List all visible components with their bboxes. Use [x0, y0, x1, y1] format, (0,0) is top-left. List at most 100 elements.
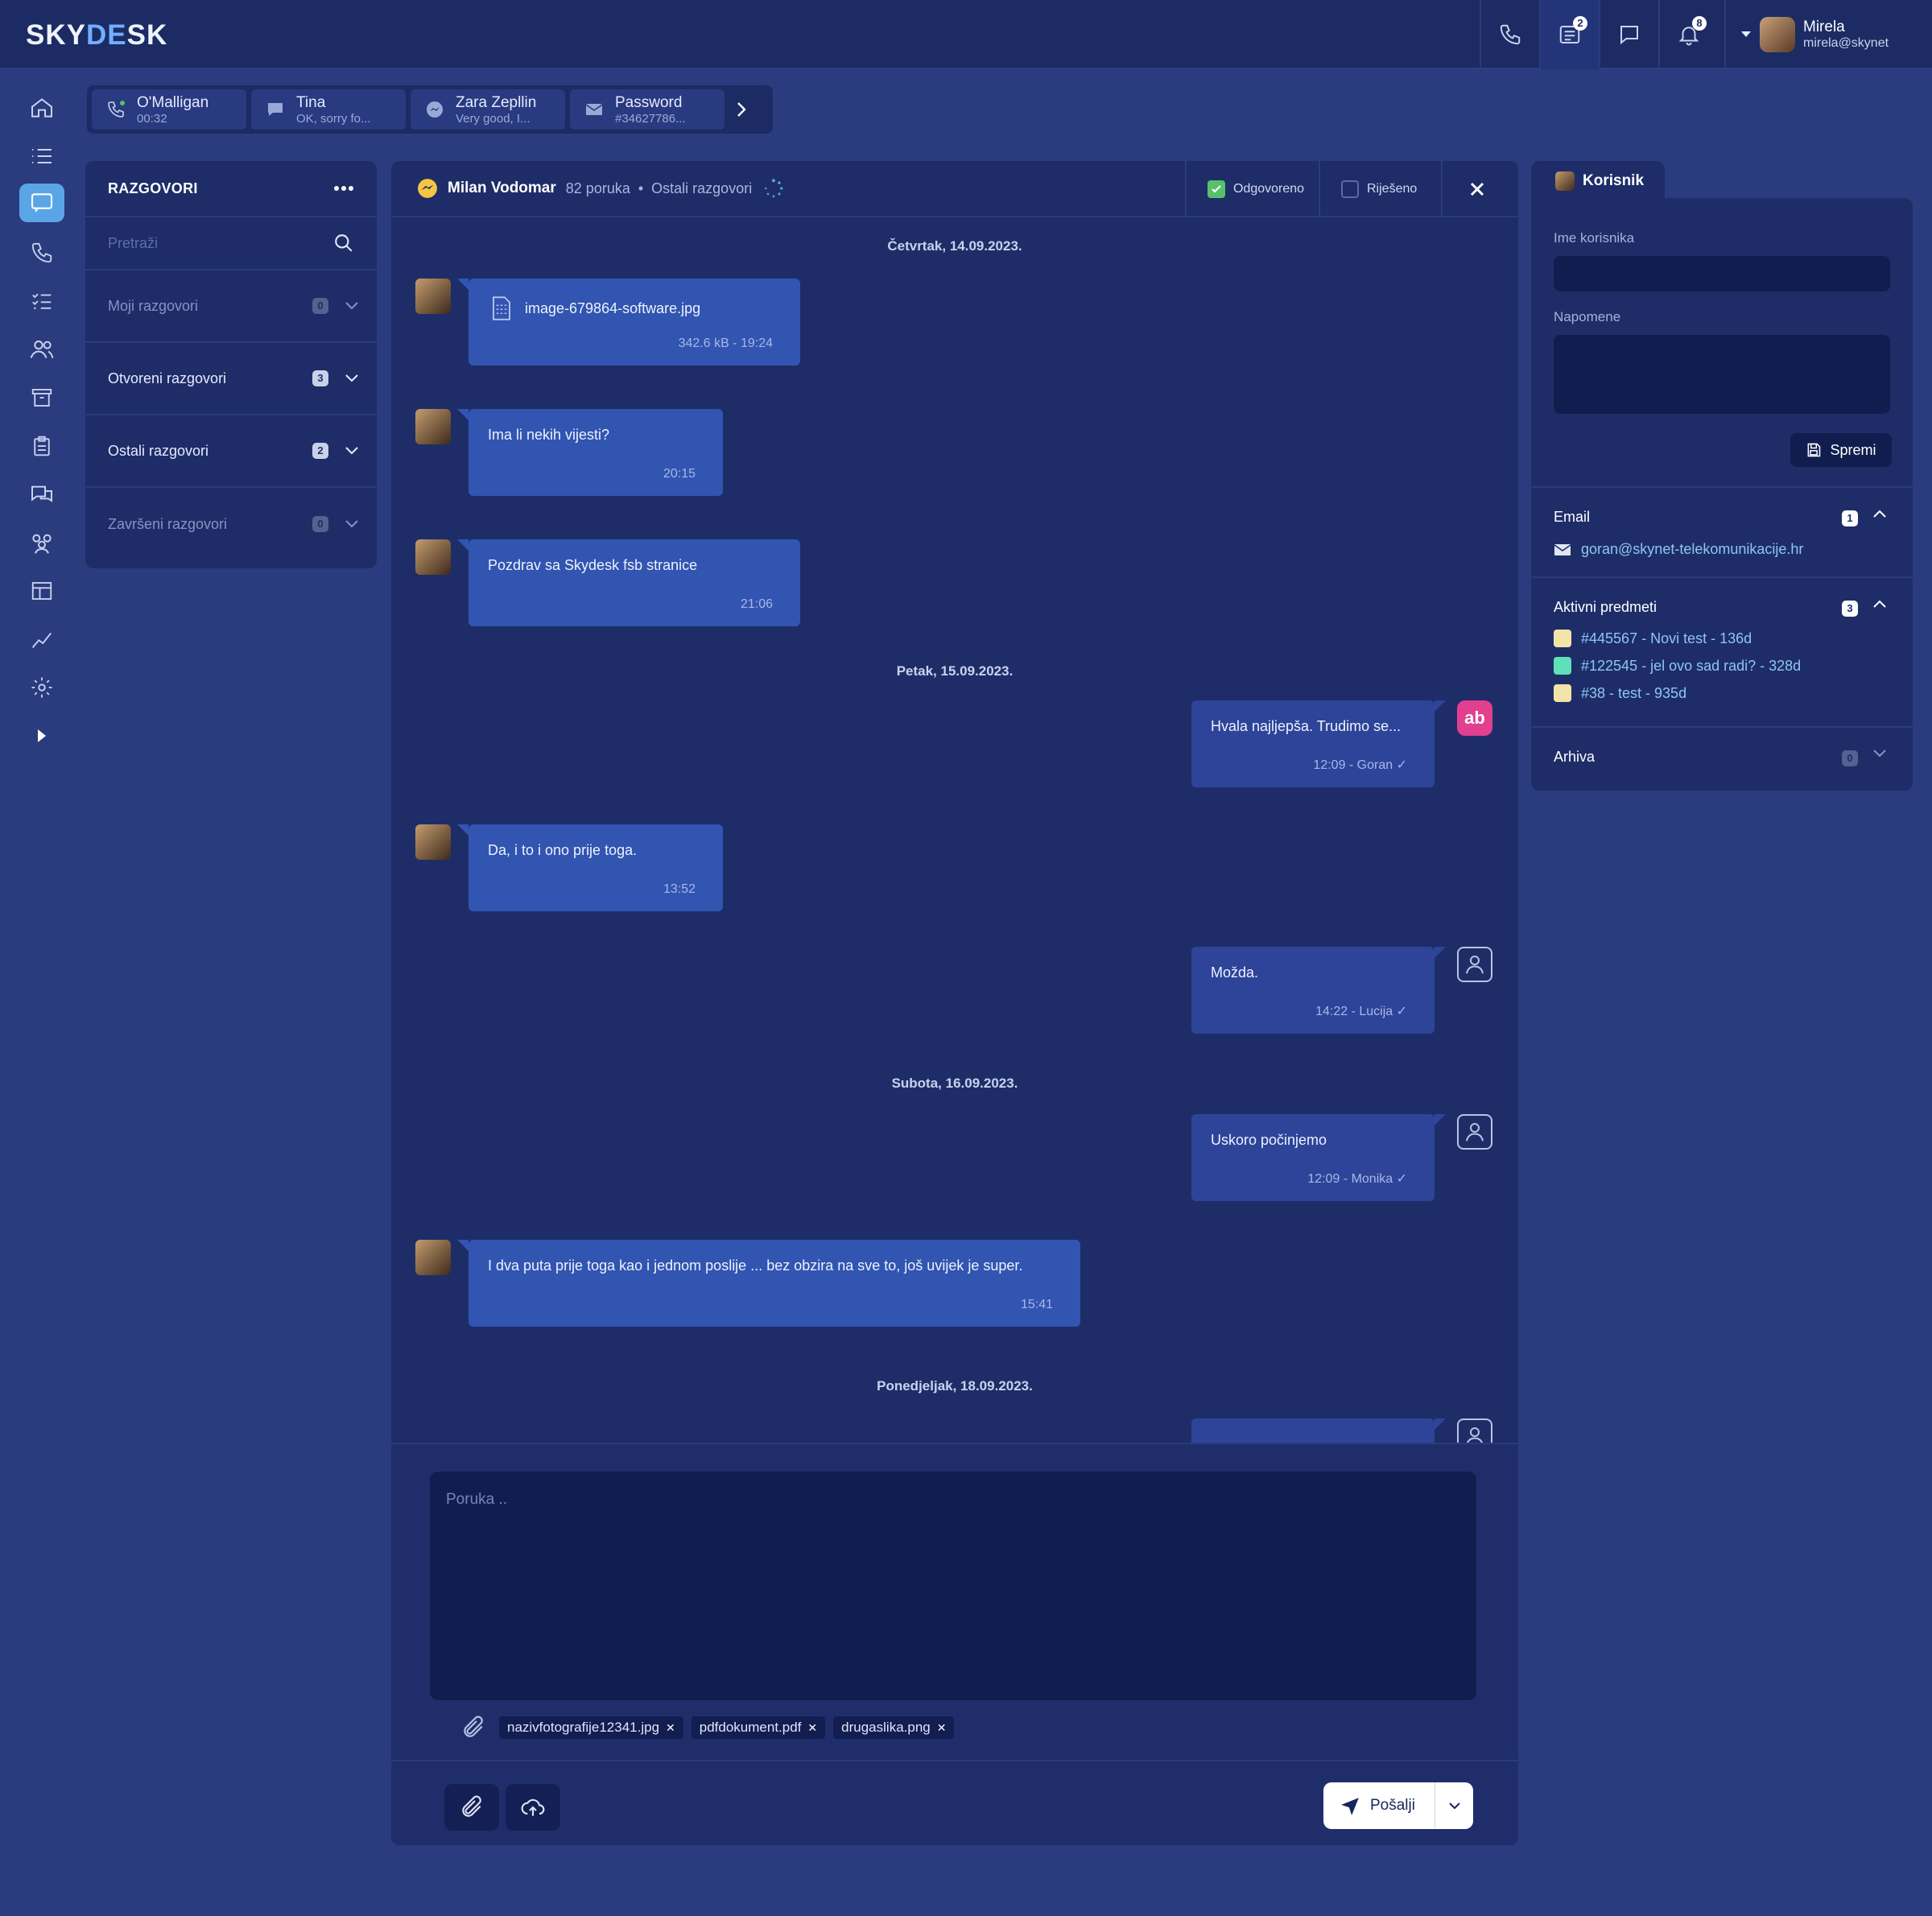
phone-icon[interactable] — [19, 233, 64, 272]
message-bubble[interactable]: Da, i to i ono prije toga. 13:52 — [457, 824, 723, 911]
chat-icon[interactable] — [19, 184, 64, 222]
save-button[interactable]: Spremi — [1790, 433, 1892, 467]
quick-tab-title: Password — [615, 93, 683, 111]
message-bubble-outgoing[interactable]: Hvala najljepša. Trudimo se... 12:09 - G… — [1191, 700, 1446, 787]
quick-tab-chat[interactable]: Tina OK, sorry fo... — [251, 89, 406, 130]
name-input[interactable] — [1554, 256, 1890, 291]
message-input[interactable]: Poruka .. — [430, 1472, 1476, 1700]
chevron-down-icon[interactable] — [345, 519, 359, 529]
chevron-up-icon[interactable] — [1872, 509, 1887, 518]
email-item[interactable]: goran@skynet-telekomunikacije.hr — [1554, 541, 1803, 558]
email-link[interactable]: goran@skynet-telekomunikacije.hr — [1581, 541, 1803, 558]
date-separator: Ponedjeljak, 18.09.2023. — [877, 1378, 1033, 1394]
attachment-chip[interactable]: drugaslika.png ✕ — [833, 1716, 955, 1739]
message-time: 342.6 kB - 19:24 — [678, 337, 773, 350]
group-finished-conversations[interactable]: Završeni razgovori 0 — [85, 488, 377, 560]
message-list[interactable]: Četvrtak, 14.09.2023. image-679864-softw… — [391, 219, 1518, 1443]
conversations-icon[interactable] — [19, 475, 64, 514]
expand-icon[interactable] — [19, 716, 64, 755]
home-icon[interactable] — [19, 89, 64, 127]
tab-user[interactable]: Korisnik — [1531, 161, 1665, 201]
message-bubble-outgoing[interactable]: Uskoro počinjemo 12:09 - Monika ✓ — [1191, 1114, 1446, 1201]
remove-attachment-icon[interactable]: ✕ — [807, 1721, 817, 1734]
quick-tabs-strip: O'Malligan 00:32 Tina OK, sorry fo... Zara… — [87, 85, 773, 134]
notifications-badge: 8 — [1692, 16, 1707, 31]
tasks-icon[interactable] — [19, 282, 64, 320]
user-avatar — [1555, 171, 1575, 191]
archive-icon[interactable] — [19, 378, 64, 417]
message-bubble-outgoing[interactable] — [1191, 1418, 1446, 1443]
message-bubble-file[interactable]: image-679864-software.jpg 342.6 kB - 19:… — [457, 279, 800, 365]
ticket-list-icon[interactable]: 2 — [1539, 0, 1599, 69]
conversations-panel: RAZGOVORI Pretraži Moji razgovori 0 Otvo… — [85, 161, 377, 568]
contact-name[interactable]: Milan Vodomar — [448, 180, 556, 197]
send-button[interactable]: Pošalji — [1323, 1782, 1473, 1829]
active-item-link[interactable]: #445567 - Novi test - 136d — [1581, 630, 1752, 647]
send-options-dropdown[interactable] — [1435, 1782, 1473, 1829]
chevron-right-icon[interactable] — [729, 89, 753, 130]
contacts-icon[interactable] — [19, 330, 64, 369]
attachment-chip[interactable]: nazivfotografije12341.jpg ✕ — [499, 1716, 683, 1739]
status-swatch — [1554, 630, 1571, 647]
chevron-down-icon[interactable] — [1872, 749, 1887, 758]
resolved-checkbox[interactable]: Riješeno — [1319, 161, 1441, 217]
close-button[interactable] — [1441, 161, 1518, 217]
message-bubble-outgoing[interactable]: Možda. 14:22 - Lucija ✓ — [1191, 947, 1446, 1034]
quick-tab-title: Zara Zepllin — [456, 93, 537, 111]
chevron-up-icon[interactable] — [1872, 599, 1887, 609]
group-open-conversations[interactable]: Otvoreni razgovori 3 — [85, 343, 377, 415]
active-item-link[interactable]: #122545 - jel ovo sad radi? - 328d — [1581, 658, 1801, 675]
message-bubble[interactable]: I dva puta prije toga kao i jednom posli… — [457, 1240, 1080, 1327]
quick-tab-title: Tina — [296, 93, 326, 111]
archive-section[interactable]: Arhiva 0 — [1531, 726, 1913, 791]
active-item-link[interactable]: #38 - test - 935d — [1581, 685, 1686, 702]
quick-tab-subtitle: 00:32 — [137, 111, 167, 126]
search-icon[interactable] — [333, 233, 354, 254]
chevron-down-icon[interactable] — [345, 301, 359, 311]
chat-header: Milan Vodomar 82 poruka • Ostali razgovo… — [391, 161, 1518, 217]
loading-spinner-icon — [765, 179, 783, 198]
team-icon[interactable] — [19, 523, 64, 562]
cloud-upload-icon — [521, 1798, 545, 1816]
notes-textarea[interactable] — [1554, 335, 1890, 414]
active-item[interactable]: #445567 - Novi test - 136d — [1554, 630, 1752, 647]
bell-icon[interactable]: 8 — [1658, 0, 1718, 69]
status-swatch — [1554, 684, 1571, 702]
app-logo[interactable]: SKYDESK — [26, 19, 167, 52]
remove-attachment-icon[interactable]: ✕ — [666, 1721, 675, 1734]
more-icon[interactable] — [333, 185, 354, 192]
quick-tab-call[interactable]: O'Malligan 00:32 — [92, 89, 246, 130]
chevron-down-icon[interactable] — [345, 446, 359, 456]
message-time: 15:41 — [1020, 1298, 1053, 1311]
search-field[interactable]: Pretraži — [85, 217, 377, 270]
save-label: Spremi — [1830, 441, 1876, 458]
message-text: Pozdrav sa Skydesk fsb stranice — [488, 557, 698, 573]
chevron-down-icon[interactable] — [345, 374, 359, 383]
file-name[interactable]: image-679864-software.jpg — [525, 300, 700, 317]
answered-checkbox[interactable]: Odgovoreno — [1185, 161, 1319, 217]
list-icon[interactable] — [19, 137, 64, 175]
chat-bubble-icon[interactable] — [1599, 0, 1658, 69]
search-input[interactable]: Pretraži — [108, 235, 158, 252]
attachment-chip[interactable]: pdfdokument.pdf ✕ — [691, 1716, 826, 1739]
group-other-conversations[interactable]: Ostali razgovori 2 — [85, 415, 377, 488]
quick-tab-email[interactable]: Password #34627786... — [570, 89, 724, 130]
quick-tab-messenger[interactable]: Zara Zepllin Very good, I... — [411, 89, 565, 130]
quick-tab-subtitle: #34627786... — [615, 111, 686, 126]
attach-file-button[interactable] — [444, 1784, 499, 1831]
layout-icon[interactable] — [19, 572, 64, 610]
status-swatch — [1554, 657, 1571, 675]
settings-icon[interactable] — [19, 668, 64, 707]
group-count: 0 — [312, 298, 328, 314]
remove-attachment-icon[interactable]: ✕ — [937, 1721, 947, 1734]
analytics-icon[interactable] — [19, 620, 64, 659]
group-my-conversations[interactable]: Moji razgovori 0 — [85, 270, 377, 343]
phone-icon[interactable] — [1480, 0, 1539, 69]
message-bubble[interactable]: Ima li nekih vijesti? 20:15 — [457, 409, 723, 496]
user-menu[interactable]: Mirela mirela@skynet — [1724, 0, 1932, 69]
active-item[interactable]: #38 - test - 935d — [1554, 684, 1686, 702]
upload-button[interactable] — [506, 1784, 560, 1831]
active-item[interactable]: #122545 - jel ovo sad radi? - 328d — [1554, 657, 1801, 675]
clipboard-icon[interactable] — [19, 427, 64, 465]
message-bubble[interactable]: Pozdrav sa Skydesk fsb stranice 21:06 — [457, 539, 800, 626]
